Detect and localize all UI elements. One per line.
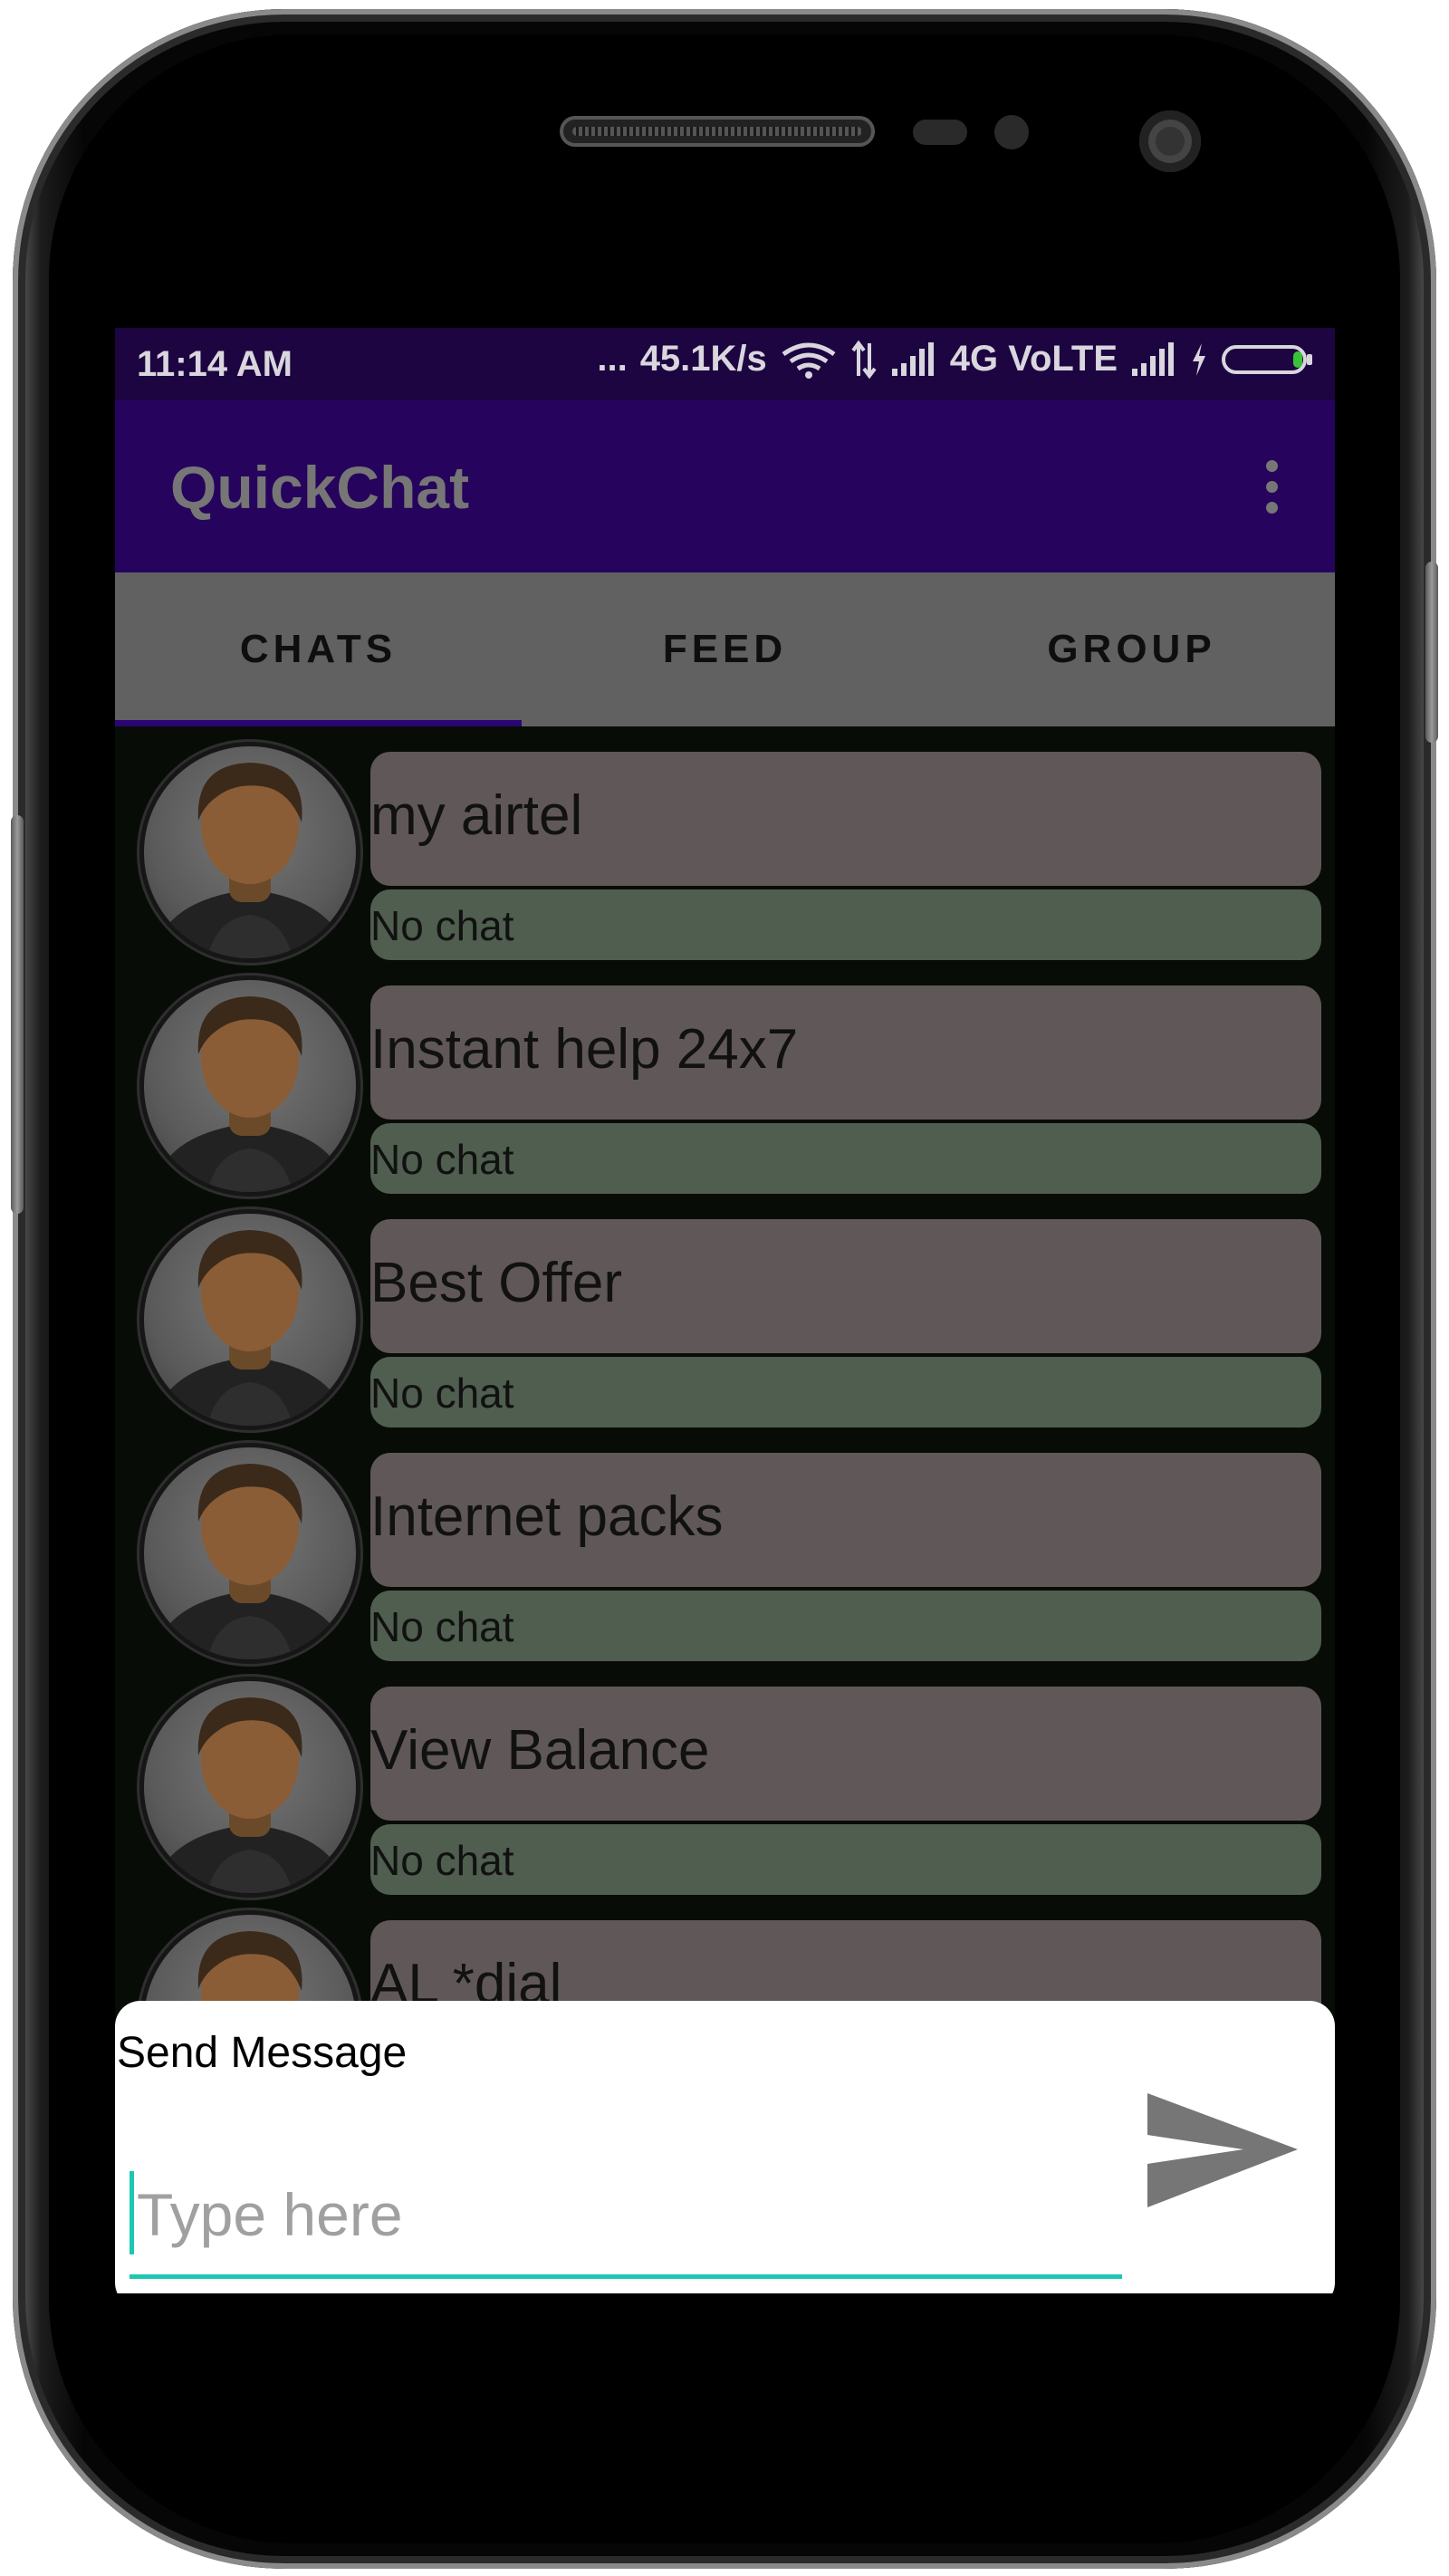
status-bar: 11:14 AM ... 45.1K/s 4G VoLTE xyxy=(115,328,1335,400)
chat-last-message: No chat xyxy=(370,889,1321,960)
signal-icon xyxy=(891,341,934,376)
tab-indicator xyxy=(115,720,522,726)
charging-icon xyxy=(1193,342,1205,376)
avatar xyxy=(144,746,356,958)
proximity-sensor xyxy=(913,120,967,145)
send-icon[interactable] xyxy=(1146,2091,1300,2211)
list-item[interactable]: View Balance No chat xyxy=(115,1672,1335,1908)
app-bar: QuickChat xyxy=(115,400,1335,572)
volume-button xyxy=(11,815,24,1214)
phone-screen: 11:14 AM ... 45.1K/s 4G VoLTE QuickChat … xyxy=(115,328,1335,2293)
avatar xyxy=(144,980,356,1192)
chat-last-message: No chat xyxy=(370,1824,1321,1895)
list-item[interactable]: Instant help 24x7 No chat xyxy=(115,971,1335,1206)
signal-icon-2 xyxy=(1132,341,1174,376)
list-item[interactable]: Internet packs No chat xyxy=(115,1438,1335,1674)
list-item[interactable]: my airtel No chat xyxy=(115,737,1335,973)
tab-chats[interactable]: CHATS xyxy=(115,572,522,726)
battery-icon xyxy=(1222,344,1312,374)
status-speed: 45.1K/s xyxy=(639,339,767,379)
list-item[interactable]: Best Offer No chat xyxy=(115,1205,1335,1440)
input-underline xyxy=(130,2274,1122,2279)
power-button xyxy=(1425,562,1438,743)
tab-feed[interactable]: FEED xyxy=(522,572,928,726)
text-cursor xyxy=(130,2171,134,2254)
chat-name: View Balance xyxy=(370,1687,1321,1821)
tab-group[interactable]: GROUP xyxy=(928,572,1335,726)
chat-name: my airtel xyxy=(370,752,1321,886)
chat-last-message: No chat xyxy=(370,1357,1321,1427)
data-transfer-icon xyxy=(851,340,877,379)
status-dots: ... xyxy=(597,339,628,379)
more-vert-icon[interactable] xyxy=(1262,460,1281,514)
chat-name: Instant help 24x7 xyxy=(370,985,1321,1120)
avatar xyxy=(144,1681,356,1893)
chat-last-message: No chat xyxy=(370,1123,1321,1194)
speaker-grille xyxy=(560,116,875,147)
avatar xyxy=(144,1214,356,1426)
status-time: 11:14 AM xyxy=(137,344,293,384)
chat-name: Internet packs xyxy=(370,1453,1321,1587)
wifi-icon xyxy=(782,342,836,379)
message-input[interactable] xyxy=(130,2160,1115,2269)
status-indicators: ... 45.1K/s 4G VoLTE xyxy=(597,339,1315,380)
send-message-panel: Send Message xyxy=(115,2001,1335,2293)
chat-name: Best Offer xyxy=(370,1219,1321,1353)
status-network: 4G VoLTE xyxy=(949,339,1118,379)
app-title: QuickChat xyxy=(170,454,470,521)
light-sensor xyxy=(994,115,1029,149)
tab-bar: CHATS FEED GROUP xyxy=(115,572,1335,726)
avatar xyxy=(144,1447,356,1659)
front-camera xyxy=(1139,111,1201,172)
chat-last-message: No chat xyxy=(370,1591,1321,1661)
send-message-label: Send Message xyxy=(117,2029,408,2077)
